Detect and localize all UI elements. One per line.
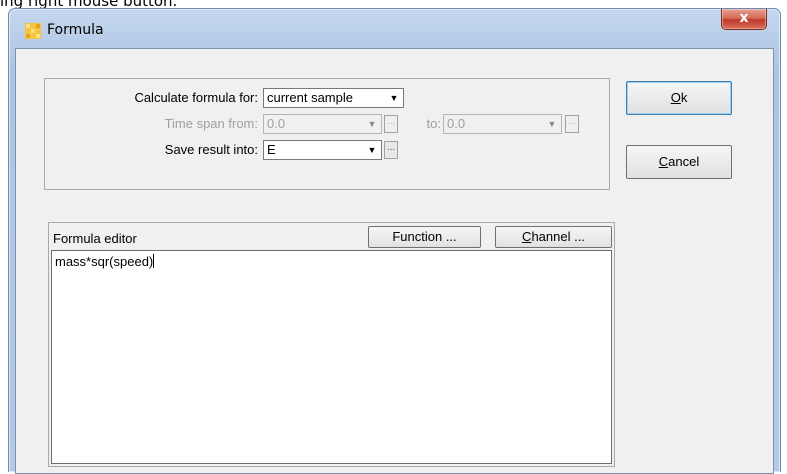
window-title: Formula: [47, 22, 104, 38]
channel-label: hannel ...: [531, 229, 585, 244]
save-result-select[interactable]: E ▼: [263, 140, 382, 160]
close-icon: x: [739, 10, 749, 26]
ok-label: k: [680, 90, 688, 105]
ok-mnemonic: O: [670, 90, 681, 105]
channel-button[interactable]: Channel ...: [495, 226, 612, 248]
calculate-for-value: current sample: [267, 90, 353, 105]
time-span-to-value: 0.0: [447, 116, 466, 131]
save-result-value: E: [267, 142, 276, 157]
calculate-formula-label: Calculate formula for:: [134, 90, 258, 105]
function-button[interactable]: Function ...: [368, 226, 481, 248]
formula-editor-textarea[interactable]: mass*sqr(speed): [51, 250, 612, 464]
formula-editor-group: Formula editor Function ... Channel ... …: [48, 222, 615, 467]
dialog-client-area: Calculate formula for: current sample ▼ …: [15, 48, 774, 474]
cancel-label: ancel: [668, 154, 700, 169]
chevron-down-icon: ▼: [547, 119, 557, 129]
formula-editor-label: Formula editor: [53, 231, 137, 246]
time-span-from-select[interactable]: 0.0 ▼: [263, 114, 382, 134]
formula-text: mass*sqr(speed): [55, 254, 154, 269]
chevron-down-icon: ▼: [367, 145, 377, 155]
formula-app-icon: [25, 23, 41, 39]
time-span-from-label: Time span from:: [164, 116, 258, 131]
cancel-button[interactable]: Cancel: [626, 145, 732, 179]
formula-text-line: mass*sqr(speed): [55, 254, 155, 269]
time-span-to-browse-button[interactable]: ...: [565, 115, 579, 133]
calculation-settings-group: Calculate formula for: current sample ▼ …: [44, 78, 610, 190]
time-span-to-label: to:: [426, 116, 441, 131]
chevron-down-icon: ▼: [367, 119, 377, 129]
time-span-to-select[interactable]: 0.0 ▼: [443, 114, 562, 134]
formula-dialog: Formula x Calculate formula for: current…: [8, 8, 781, 474]
save-result-browse-button[interactable]: ...: [384, 141, 398, 159]
text-caret: [153, 254, 155, 268]
close-button[interactable]: x: [721, 9, 767, 30]
time-span-from-value: 0.0: [267, 116, 286, 131]
title-bar[interactable]: Formula x: [9, 9, 780, 49]
ok-button[interactable]: Ok: [626, 81, 732, 115]
cancel-mnemonic: C: [658, 154, 669, 169]
save-result-label: Save result into:: [164, 142, 258, 157]
calculate-for-select[interactable]: current sample ▼: [263, 88, 404, 108]
time-span-from-browse-button[interactable]: ...: [384, 115, 398, 133]
chevron-down-icon: ▼: [389, 93, 399, 103]
